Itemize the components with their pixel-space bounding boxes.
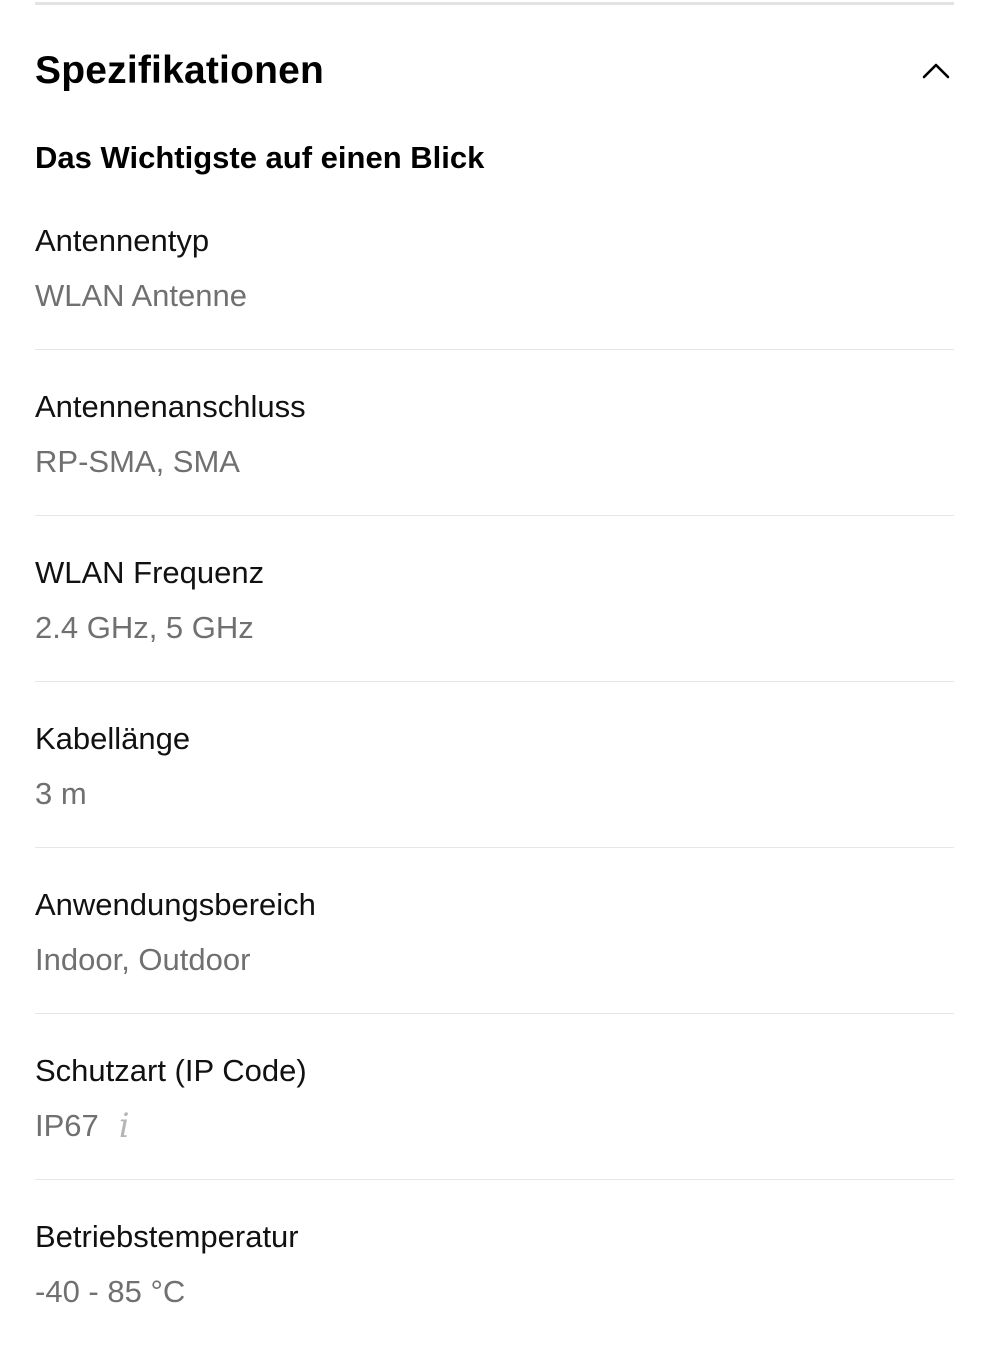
spec-value-text: Indoor, Outdoor	[35, 942, 251, 977]
spec-label: Betriebstemperatur	[35, 1219, 299, 1254]
spec-value: 2.4 GHz, 5 GHz	[35, 608, 254, 648]
spec-value-text: WLAN Antenne	[35, 278, 247, 313]
spec-value: IP67 i	[35, 1106, 130, 1146]
spec-label: Antennenanschluss	[35, 389, 306, 424]
spec-value: RP-SMA, SMA	[35, 442, 240, 482]
spec-label: WLAN Frequenz	[35, 555, 265, 590]
spec-value-text: -40 - 85 °C	[35, 1274, 186, 1309]
info-icon[interactable]: i	[119, 1106, 130, 1146]
spec-value-text: 2.4 GHz, 5 GHz	[35, 610, 254, 645]
section-subheading: Das Wichtigste auf einen Blick	[35, 140, 485, 175]
spec-value: 3 m	[35, 774, 87, 814]
spec-row-antennentyp: Antennentyp WLAN Antenne	[35, 184, 954, 350]
spec-label: Kabellänge	[35, 721, 191, 756]
spec-value-text: 3 m	[35, 776, 87, 811]
chevron-up-icon[interactable]	[918, 52, 954, 88]
spec-label: Schutzart (IP Code)	[35, 1053, 307, 1088]
spec-label: Anwendungsbereich	[35, 887, 316, 922]
spec-list: Antennentyp WLAN Antenne Antennenanschlu…	[35, 184, 954, 1346]
specifications-accordion-header[interactable]: Spezifikationen	[35, 40, 954, 100]
spec-row-schutzart: Schutzart (IP Code) IP67 i	[35, 1014, 954, 1180]
spec-row-anwendungsbereich: Anwendungsbereich Indoor, Outdoor	[35, 848, 954, 1014]
spec-row-wlan-frequenz: WLAN Frequenz 2.4 GHz, 5 GHz	[35, 516, 954, 682]
spec-row-antennenanschluss: Antennenanschluss RP-SMA, SMA	[35, 350, 954, 516]
spec-value: Indoor, Outdoor	[35, 940, 250, 980]
spec-row-kabellaenge: Kabellänge 3 m	[35, 682, 954, 848]
spec-row-betriebstemperatur: Betriebstemperatur -40 - 85 °C	[35, 1180, 954, 1346]
section-title: Spezifikationen	[35, 48, 325, 92]
spec-value-text: RP-SMA, SMA	[35, 444, 240, 479]
spec-value-text: IP67	[35, 1108, 99, 1143]
spec-value: -40 - 85 °C	[35, 1272, 185, 1312]
spec-value: WLAN Antenne	[35, 276, 247, 316]
top-divider	[35, 2, 954, 5]
spec-label: Antennentyp	[35, 223, 210, 258]
